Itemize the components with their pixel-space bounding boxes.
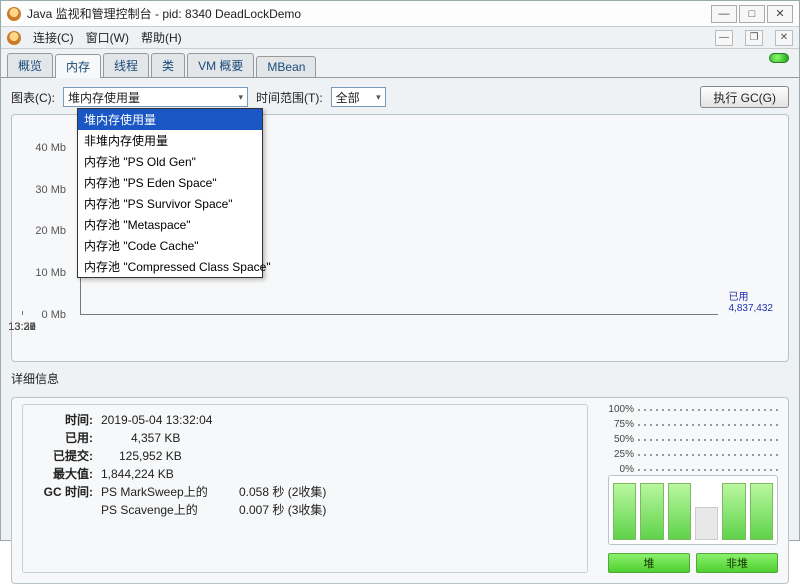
timerange-label: 时间范围(T): (256, 89, 323, 106)
menubar: 连接(C) 窗口(W) 帮助(H) — ❐ ✕ (1, 27, 799, 49)
chart-option[interactable]: 非堆内存使用量 (78, 130, 262, 151)
y-tick: 30 Mb (22, 184, 66, 196)
memory-pool-bars[interactable] (608, 475, 778, 545)
k-used: 已用: (33, 429, 93, 447)
heap-button[interactable]: 堆 (608, 553, 690, 573)
chart-option[interactable]: 内存池 "Metaspace" (78, 214, 262, 235)
pct-25: 25% (608, 449, 634, 460)
connection-status-icon (769, 53, 789, 63)
v-committed: 125,952 KB (101, 447, 182, 465)
minimize-button[interactable]: — (711, 5, 737, 23)
chart-option[interactable]: 内存池 "PS Eden Space" (78, 172, 262, 193)
nonheap-button[interactable]: 非堆 (696, 553, 778, 573)
y-tick: 20 Mb (22, 225, 66, 237)
gc2-v: 0.007 秒 (3收集) (239, 501, 326, 519)
timerange-value: 全部 (336, 89, 360, 106)
chart-option[interactable]: 内存池 "Code Cache" (78, 235, 262, 256)
tab-classes[interactable]: 类 (151, 53, 185, 77)
menu-window[interactable]: 窗口(W) (86, 29, 129, 46)
k-gc: GC 时间: (33, 483, 93, 501)
mdi-restore-icon[interactable]: ❐ (745, 30, 763, 46)
mdi-minimize-icon[interactable]: — (715, 30, 733, 46)
details-text: 时间: 2019-05-04 13:32:04 已用: 4,357 KB 已提交… (22, 404, 588, 573)
memory-pool-bar[interactable] (668, 483, 691, 540)
memory-pool-bar[interactable] (640, 483, 663, 540)
tab-memory[interactable]: 内存 (55, 54, 101, 78)
pct-0: 0% (608, 464, 634, 475)
close-button[interactable]: ✕ (767, 5, 793, 23)
v-time: 2019-05-04 13:32:04 (101, 411, 212, 429)
details-title: 详细信息 (11, 370, 789, 387)
pct-75: 75% (608, 419, 634, 430)
tab-vmsummary[interactable]: VM 概要 (187, 53, 254, 77)
chart-select[interactable]: 堆内存使用量 ▾ (63, 87, 248, 107)
usage-bars-panel: 100% 75% 50% 25% 0% 堆 非堆 (608, 404, 778, 573)
execute-gc-button[interactable]: 执行 GC(G) (700, 86, 789, 108)
details-panel: 时间: 2019-05-04 13:32:04 已用: 4,357 KB 已提交… (11, 397, 789, 584)
y-tick: 10 Mb (22, 267, 66, 279)
y-tick: 40 Mb (22, 142, 66, 154)
mdi-close-icon[interactable]: ✕ (775, 30, 793, 46)
memory-pool-bar[interactable] (722, 483, 745, 540)
chart-option[interactable]: 内存池 "Compressed Class Space" (78, 256, 262, 277)
execute-gc-label: 执行 GC(G) (713, 89, 776, 106)
tabbar: 概览 内存 线程 类 VM 概要 MBean (1, 49, 799, 78)
chart-select-dropdown[interactable]: 堆内存使用量非堆内存使用量内存池 "PS Old Gen"内存池 "PS Ede… (77, 108, 263, 278)
maximize-button[interactable]: □ (739, 5, 765, 23)
menu-connect[interactable]: 连接(C) (33, 29, 74, 46)
k-time: 时间: (33, 411, 93, 429)
gc2-name: PS Scavenge上的 (101, 501, 231, 519)
gc1-name: PS MarkSweep上的 (101, 483, 231, 501)
chart-label: 图表(C): (11, 89, 55, 106)
menu-help[interactable]: 帮助(H) (141, 29, 182, 46)
x-tick: 13:32 (8, 321, 36, 333)
pct-50: 50% (608, 434, 634, 445)
chart-toolbar: 图表(C): 堆内存使用量 ▾ 时间范围(T): 全部 ▾ 执行 GC(G) (11, 86, 789, 108)
chart-select-value: 堆内存使用量 (68, 89, 140, 106)
java-icon (7, 7, 21, 21)
java-icon (7, 31, 21, 45)
memory-pool-bar[interactable] (695, 507, 718, 540)
v-used: 4,357 KB (101, 429, 180, 447)
pct-100: 100% (608, 404, 634, 415)
tab-threads[interactable]: 线程 (103, 53, 149, 77)
series-current-label: 已用4,837,432 (729, 288, 774, 314)
k-committed: 已提交: (33, 447, 93, 465)
k-max: 最大值: (33, 465, 93, 483)
app-window: ↻ Java 监视和管理控制台 - pid: 8340 DeadLockDemo… (0, 0, 800, 541)
memory-pool-bar[interactable] (750, 483, 773, 540)
tab-overview[interactable]: 概览 (7, 53, 53, 77)
titlebar: Java 监视和管理控制台 - pid: 8340 DeadLockDemo —… (1, 1, 799, 27)
window-title: Java 监视和管理控制台 - pid: 8340 DeadLockDemo (27, 5, 705, 22)
chevron-down-icon: ▾ (238, 92, 243, 103)
chart-option[interactable]: 内存池 "PS Old Gen" (78, 151, 262, 172)
gc1-v: 0.058 秒 (2收集) (239, 483, 326, 501)
y-tick: 0 Mb (22, 309, 66, 321)
timerange-select[interactable]: 全部 ▾ (331, 87, 386, 107)
chevron-down-icon: ▾ (376, 92, 381, 103)
v-max: 1,844,224 KB (101, 465, 174, 483)
tab-mbean[interactable]: MBean (256, 56, 316, 77)
chart-option[interactable]: 内存池 "PS Survivor Space" (78, 193, 262, 214)
content-area: 图表(C): 堆内存使用量 ▾ 时间范围(T): 全部 ▾ 执行 GC(G) 堆… (1, 78, 799, 545)
chart-option[interactable]: 堆内存使用量 (78, 109, 262, 130)
memory-pool-bar[interactable] (613, 483, 636, 540)
